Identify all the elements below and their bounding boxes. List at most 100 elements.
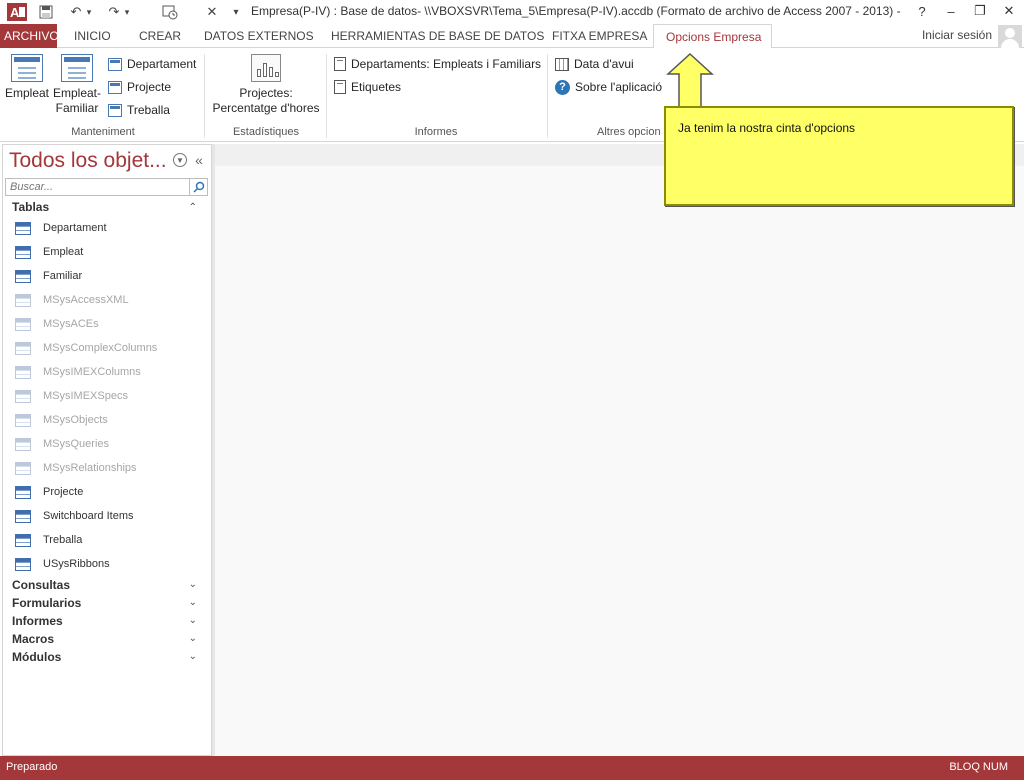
table-item[interactable]: MSysObjects	[15, 410, 108, 430]
nav-menu-dropdown-icon[interactable]: ▼	[173, 153, 187, 167]
redo-icon[interactable]: ↷	[104, 2, 124, 22]
data-avui-button[interactable]: Data d'avui	[555, 54, 634, 74]
nav-category[interactable]: Formularios	[12, 596, 81, 610]
expand-chevron-icon[interactable]: ⌄	[189, 633, 197, 644]
navigation-pane: Todos los objet... ▼ « Tablas ⌃ Departam…	[2, 144, 212, 756]
redo-dropdown-icon[interactable]: ▾	[122, 2, 132, 22]
restore-button[interactable]: ❐	[966, 0, 994, 22]
form-icon	[11, 54, 43, 82]
report-icon	[334, 57, 346, 71]
empleat-familiar-button[interactable]: Empleat- Familiar	[52, 54, 102, 116]
departament-label: Departament	[127, 57, 197, 71]
table-item[interactable]: Familiar	[15, 266, 82, 286]
table-item-label: MSysRelationships	[43, 462, 137, 474]
table-item[interactable]: MSysRelationships	[15, 458, 137, 478]
etiquetes-button[interactable]: Etiquetes	[334, 77, 401, 97]
collapse-pane-icon[interactable]: «	[192, 152, 206, 168]
table-icon	[15, 341, 31, 355]
search-icon[interactable]	[189, 179, 207, 195]
nav-category[interactable]: Módulos	[12, 650, 61, 664]
nav-category[interactable]: Informes	[12, 614, 63, 628]
tab-fitxa-empresa[interactable]: FITXA EMPRESA	[544, 24, 655, 48]
table-icon	[15, 245, 31, 259]
callout-arrow-icon	[666, 52, 714, 108]
projectes-label-1: Projectes:	[239, 86, 293, 100]
table-item-label: MSysQueries	[43, 438, 110, 450]
departaments-report-label: Departaments: Empleats i Familiars	[351, 57, 542, 71]
table-item[interactable]: MSysACEs	[15, 314, 99, 334]
table-item[interactable]: Treballa	[15, 530, 82, 550]
sobre-aplicacio-button[interactable]: ? Sobre l'aplicació	[555, 77, 662, 97]
group-label-manteniment: Manteniment	[71, 126, 135, 138]
chart-icon	[251, 54, 281, 82]
minimize-button[interactable]: –	[937, 0, 965, 22]
table-item[interactable]: Departament	[15, 218, 107, 238]
table-item-label: MSysIMEXSpecs	[43, 390, 128, 402]
group-label-informes: Informes	[414, 126, 458, 138]
table-item[interactable]: MSysComplexColumns	[15, 338, 157, 358]
table-item[interactable]: MSysQueries	[15, 434, 109, 454]
table-icon	[15, 509, 31, 523]
table-icon	[15, 557, 31, 571]
table-item-label: MSysComplexColumns	[43, 342, 158, 354]
tab-inicio[interactable]: INICIO	[66, 24, 119, 48]
expand-chevron-icon[interactable]: ⌄	[189, 615, 197, 626]
access-logo-icon[interactable]: A	[6, 2, 28, 22]
tab-opcions-empresa[interactable]: Opcions Empresa	[653, 24, 772, 49]
form-icon	[108, 103, 122, 117]
tab-archivo[interactable]: ARCHIVO	[0, 24, 59, 48]
table-item[interactable]: MSysIMEXSpecs	[15, 386, 128, 406]
treballa-button[interactable]: Treballa	[108, 100, 170, 120]
expand-chevron-icon[interactable]: ⌄	[189, 579, 197, 590]
undo-dropdown-icon[interactable]: ▾	[84, 2, 94, 22]
table-item[interactable]: MSysAccessXML	[15, 290, 129, 310]
tab-datos-externos[interactable]: DATOS EXTERNOS	[196, 24, 322, 48]
tab-crear[interactable]: CREAR	[131, 24, 189, 48]
form-icon	[108, 57, 122, 71]
projecte-button[interactable]: Projecte	[108, 77, 171, 97]
group-label-altres: Altres opcion	[597, 126, 661, 138]
table-icon	[15, 221, 31, 235]
empleat-familiar-label-2: Familiar	[55, 101, 99, 115]
table-item-label: USysRibbons	[43, 558, 110, 570]
tab-herramientas[interactable]: HERRAMIENTAS DE BASE DE DATOS	[323, 24, 552, 48]
empleat-button[interactable]: Empleat	[4, 54, 50, 101]
close-database-icon[interactable]: ✕	[202, 2, 222, 22]
table-item[interactable]: Projecte	[15, 482, 83, 502]
projectes-label-2: Percentatge d'hores	[212, 101, 320, 115]
expand-chevron-icon[interactable]: ⌄	[189, 651, 197, 662]
projectes-percentatge-button[interactable]: Projectes: Percentatge d'hores	[210, 54, 322, 116]
category-tablas[interactable]: Tablas	[12, 200, 49, 214]
expand-chevron-icon[interactable]: ⌄	[189, 597, 197, 608]
signin-link[interactable]: Iniciar sesión	[922, 28, 992, 42]
help-button[interactable]: ?	[908, 0, 936, 22]
close-window-button[interactable]: ✕	[995, 0, 1023, 22]
table-item[interactable]: USysRibbons	[15, 554, 110, 574]
departaments-empleats-familiars-button[interactable]: Departaments: Empleats i Familiars	[334, 54, 541, 74]
save-icon[interactable]	[36, 2, 56, 22]
empleat-label: Empleat	[4, 86, 50, 100]
search-input[interactable]	[6, 179, 186, 195]
table-icon	[15, 485, 31, 499]
table-item[interactable]: MSysIMEXColumns	[15, 362, 141, 382]
nav-category[interactable]: Macros	[12, 632, 54, 646]
form-icon	[108, 80, 122, 94]
customize-qat-icon[interactable]: ▾	[226, 2, 246, 22]
window-title: Empresa(P-IV) : Base de datos- \\VBOXSVR…	[251, 4, 901, 18]
nav-category[interactable]: Consultas	[12, 578, 70, 592]
title-bar: A ↶ ▾ ↷ ▾ ✕ ▾ Empresa(P-IV) : Base de da…	[0, 0, 1024, 24]
collapse-chevron-icon[interactable]: ⌃	[189, 202, 197, 213]
table-item[interactable]: Empleat	[15, 242, 83, 262]
nav-pane-title[interactable]: Todos los objet...	[9, 149, 167, 173]
table-icon	[15, 389, 31, 403]
avatar[interactable]	[998, 25, 1022, 48]
table-item-label: Familiar	[43, 270, 83, 282]
table-item-label: MSysIMEXColumns	[43, 366, 141, 378]
table-item[interactable]: Switchboard Items	[15, 506, 133, 526]
work-area	[215, 144, 1024, 756]
table-icon	[15, 293, 31, 307]
departament-button[interactable]: Departament	[108, 54, 196, 74]
table-item-label: MSysACEs	[43, 318, 99, 330]
undo-icon[interactable]: ↶	[66, 2, 86, 22]
form-view-icon[interactable]	[160, 2, 180, 22]
